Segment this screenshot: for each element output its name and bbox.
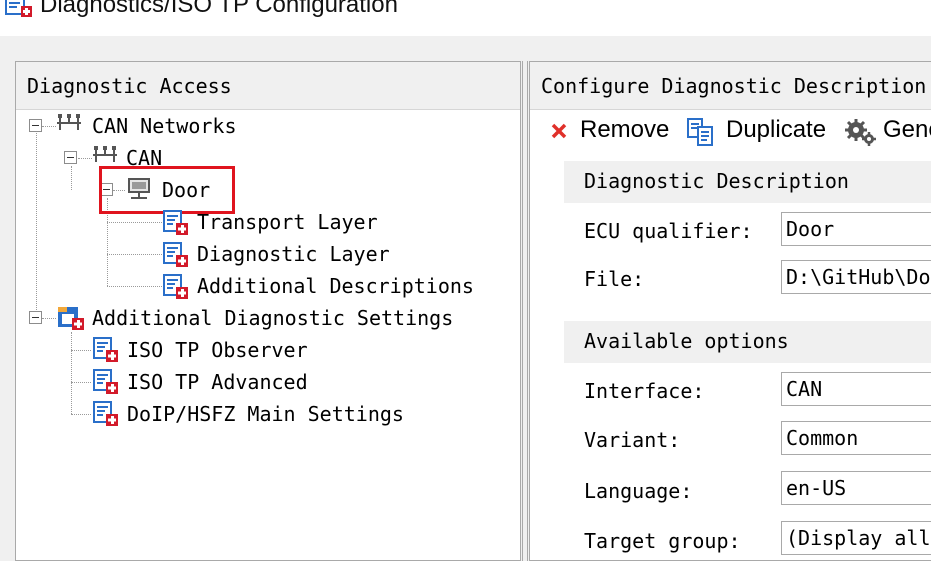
network-icon — [93, 146, 117, 162]
panel-header: Configure Diagnostic Description — [530, 62, 931, 110]
section-title: Diagnostic Description — [584, 169, 849, 193]
tree-item-transport-layer[interactable]: Transport Layer — [197, 210, 378, 234]
tree-line — [78, 158, 92, 159]
variant-label: Variant: — [584, 428, 681, 452]
tree-item-additional-diagnostic-settings[interactable]: Additional Diagnostic Settings — [92, 306, 453, 330]
window-title-bar: Diagnostics/ISO TP Configuration — [0, 0, 931, 36]
tree-item-additional-descriptions[interactable]: Additional Descriptions — [197, 274, 474, 298]
panel-title: Diagnostic Access — [27, 74, 232, 98]
collapse-can-toggle[interactable] — [64, 151, 77, 164]
available-options-section: Available options — [564, 321, 931, 363]
collapse-can-networks-toggle[interactable] — [29, 119, 42, 132]
app-icon — [5, 0, 32, 17]
document-add-icon — [163, 274, 188, 299]
tree-item-can-networks[interactable]: CAN Networks — [92, 114, 237, 138]
language-select[interactable]: en-US — [781, 471, 931, 505]
file-path-field[interactable]: D:\GitHub\Doo — [781, 260, 931, 294]
toolbar: Remove Duplicate Gen — [530, 110, 931, 146]
file-label: File: — [584, 267, 645, 291]
tree-item-doip-hsfz-main-settings[interactable]: DoIP/HSFZ Main Settings — [127, 402, 404, 426]
tree-item-iso-tp-advanced[interactable]: ISO TP Advanced — [127, 370, 308, 394]
tree-line — [107, 222, 162, 223]
highlight-box — [99, 166, 235, 214]
settings-folder-icon — [58, 307, 84, 330]
interface-select[interactable]: CAN — [781, 372, 931, 406]
duplicate-icon — [687, 118, 713, 146]
diagnostic-description-section: Diagnostic Description — [564, 161, 931, 203]
tree-line — [71, 414, 91, 415]
interface-label: Interface: — [584, 379, 705, 403]
target-group-select[interactable]: (Display all — [781, 521, 931, 555]
panel-title: Configure Diagnostic Description — [541, 74, 927, 98]
ecu-qualifier-label: ECU qualifier: — [584, 219, 753, 243]
panel-header: Diagnostic Access — [16, 62, 520, 110]
document-add-icon — [93, 401, 118, 426]
remove-button[interactable]: Remove — [548, 114, 698, 146]
collapse-additional-settings-toggle[interactable] — [29, 311, 42, 324]
window-title: Diagnostics/ISO TP Configuration — [40, 0, 398, 18]
duplicate-button[interactable]: Duplicate — [686, 114, 836, 146]
tree-line — [107, 286, 162, 287]
diagnostic-access-panel: Diagnostic Access CAN Networks CAN Door — [15, 61, 521, 561]
document-add-icon — [163, 210, 188, 235]
tree-line — [71, 166, 72, 190]
language-label: Language: — [584, 479, 693, 503]
document-add-icon — [93, 337, 118, 362]
gears-icon — [845, 119, 876, 146]
tree-line — [71, 382, 91, 383]
variant-select[interactable]: Common — [781, 421, 931, 455]
remove-icon — [551, 123, 567, 139]
tree-line — [71, 350, 91, 351]
tree-line — [42, 126, 56, 127]
tree-line — [36, 133, 37, 318]
generate-button[interactable]: Gene — [844, 114, 931, 146]
document-add-icon — [93, 369, 118, 394]
tree-line — [71, 332, 72, 414]
tree-line — [42, 318, 56, 319]
tree-item-diagnostic-layer[interactable]: Diagnostic Layer — [197, 242, 390, 266]
document-add-icon — [163, 242, 188, 267]
network-icon — [57, 114, 81, 130]
section-title: Available options — [584, 329, 789, 353]
tree-line — [107, 254, 162, 255]
target-group-label: Target group: — [584, 529, 741, 553]
tree-item-iso-tp-observer[interactable]: ISO TP Observer — [127, 338, 308, 362]
configure-description-panel: Configure Diagnostic Description Remove … — [529, 61, 931, 561]
panel-splitter[interactable] — [522, 61, 528, 561]
ecu-qualifier-field[interactable]: Door — [781, 212, 931, 246]
